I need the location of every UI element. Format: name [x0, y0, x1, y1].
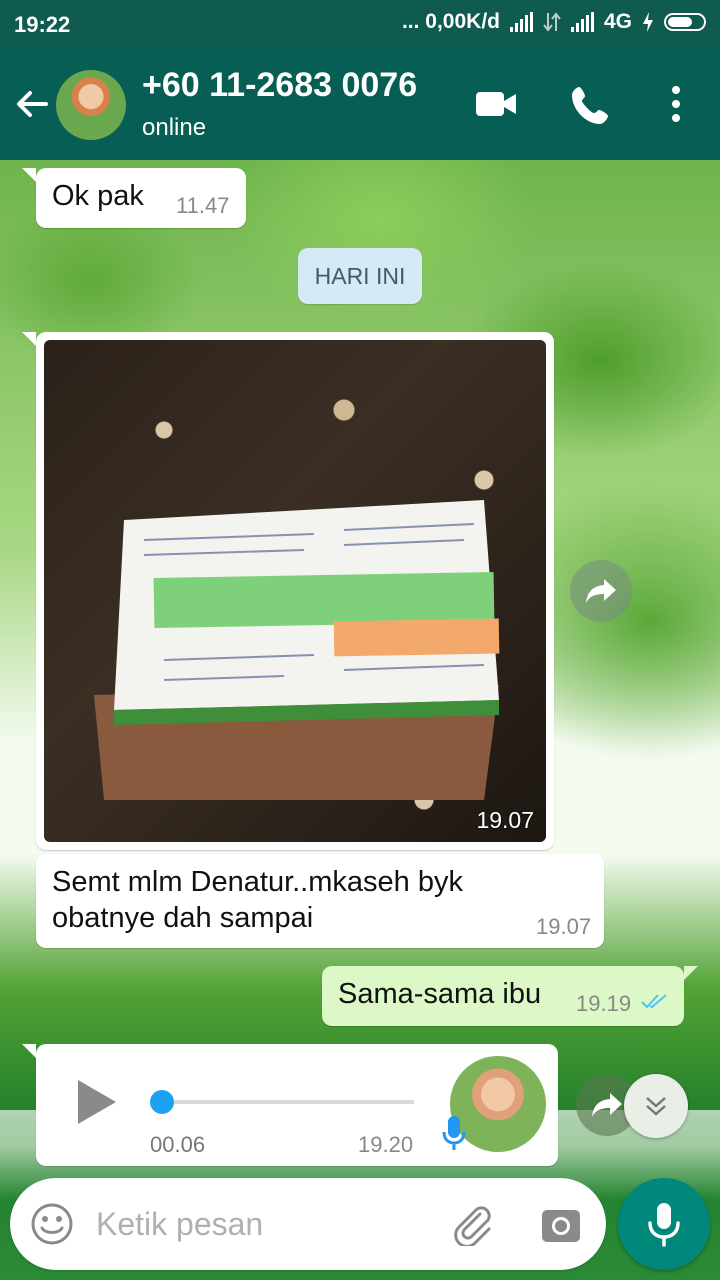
- message-bubble-incoming[interactable]: Ok pak 11.47: [36, 168, 246, 228]
- charging-icon: [643, 12, 653, 32]
- date-divider: HARI INI: [298, 248, 422, 304]
- image-attachment[interactable]: 19.07: [44, 340, 546, 842]
- voice-progress-knob[interactable]: [150, 1090, 174, 1114]
- message-composer[interactable]: Ketik pesan: [10, 1178, 606, 1270]
- mic-icon: [648, 1203, 680, 1247]
- scroll-to-bottom-button[interactable]: [624, 1074, 688, 1138]
- chevron-down-double-icon: [646, 1097, 666, 1116]
- data-transfer-icon: [543, 12, 561, 32]
- forward-button[interactable]: [570, 560, 632, 622]
- signal-icon: [509, 12, 533, 32]
- network-type: 4G: [603, 10, 632, 33]
- play-icon[interactable]: [78, 1080, 116, 1124]
- status-right: ... 0,00K/d 4G: [402, 10, 706, 34]
- attach-icon[interactable]: [450, 1202, 494, 1246]
- contact-avatar[interactable]: [56, 70, 126, 140]
- message-time: 19.20: [358, 1132, 414, 1157]
- signal-icon-2: [570, 12, 594, 32]
- camera-icon[interactable]: [540, 1204, 582, 1244]
- voice-message-bubble[interactable]: 00.06 19.20: [36, 1044, 558, 1166]
- status-time: 19:22: [14, 12, 71, 37]
- bubble-tail: [22, 332, 36, 346]
- phone-icon[interactable]: [570, 84, 612, 126]
- message-text: Sama-sama ibu: [338, 978, 542, 1010]
- message-bubble-incoming[interactable]: Semt mlm Denatur..mkaseh byk obatnye dah…: [36, 854, 604, 948]
- message-time: 19.19: [576, 991, 632, 1016]
- contact-status: online: [142, 114, 207, 141]
- mic-badge-icon: [442, 1116, 466, 1150]
- message-bubble-outgoing[interactable]: Sama-sama ibu 19.19: [322, 966, 684, 1026]
- message-text: Semt mlm Denatur..mkaseh byk obatnye dah…: [52, 866, 463, 934]
- more-vert-icon[interactable]: [668, 84, 684, 124]
- read-ticks-icon: [641, 994, 667, 1009]
- network-speed: ... 0,00K/d: [401, 10, 500, 33]
- voice-duration: 00.06: [150, 1132, 206, 1157]
- contact-name[interactable]: +60 11-2683 0076: [142, 66, 417, 105]
- record-voice-button[interactable]: [618, 1178, 710, 1270]
- voice-progress-track[interactable]: [162, 1100, 414, 1104]
- emoji-icon[interactable]: [30, 1202, 74, 1246]
- forward-icon: [586, 579, 616, 603]
- message-time: 11.47: [176, 193, 230, 218]
- back-arrow-icon[interactable]: [12, 84, 52, 124]
- video-call-icon[interactable]: [474, 84, 518, 124]
- forward-icon: [592, 1093, 622, 1117]
- package-photo: [94, 500, 500, 800]
- status-bar: 19:22 ... 0,00K/d 4G: [0, 0, 720, 48]
- image-time: 19.07: [476, 807, 534, 833]
- message-input[interactable]: Ketik pesan: [96, 1206, 263, 1243]
- bubble-tail: [22, 1044, 36, 1058]
- message-text: Ok pak: [52, 180, 144, 212]
- bubble-tail: [684, 966, 698, 980]
- battery-icon: [664, 13, 706, 31]
- message-time: 19.07: [536, 914, 592, 939]
- chat-header: +60 11-2683 0076 online: [0, 48, 720, 160]
- bubble-tail: [22, 168, 36, 182]
